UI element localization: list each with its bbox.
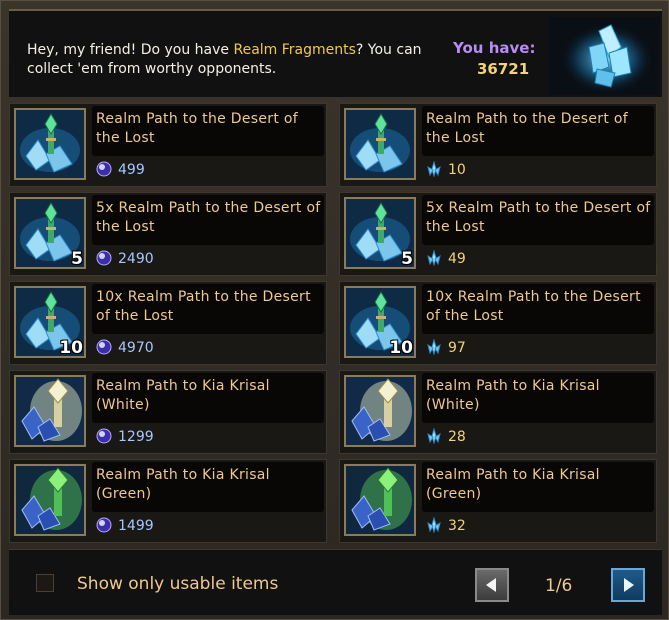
arrow-right-icon [624,578,634,592]
arrow-left-icon [486,578,496,592]
shop-item[interactable]: Realm Path to Kia Krisal (Green) 1499 [9,459,327,543]
shop-item[interactable]: 10 10x Realm Path to the Desert of the Lo… [339,281,657,365]
item-price: 4970 [118,340,154,356]
item-price: 1499 [118,518,154,534]
realm-fragment-icon [426,249,442,267]
realm-fragment-crystal-icon [549,17,659,95]
realm-orb-icon [96,250,112,266]
item-name: Realm Path to Kia Krisal (Green) [426,467,600,502]
shop-item[interactable]: Realm Path to the Desert of the Lost 10 [339,103,657,187]
item-quantity-badge: 10 [59,338,83,358]
item-price: 32 [448,518,466,534]
next-page-button[interactable] [611,568,645,602]
item-name-box: Realm Path to the Desert of the Lost [422,106,654,156]
item-grid: Realm Path to the Desert of the Lost 499 R… [9,103,662,543]
item-price: 10 [448,162,466,178]
item-name-box: 5x Realm Path to the Desert of the Lost [422,195,654,245]
item-price: 97 [448,340,466,356]
item-name-box: Realm Path to Kia Krisal (Green) [422,462,654,512]
realm-orb-icon [96,428,112,444]
realm-shop-window: Hey, my friend! Do you have Realm Fragme… [0,0,669,620]
realm-fragment-icon [427,516,441,534]
item-thumbnail[interactable]: 5 [344,197,416,269]
item-name-box: 10x Realm Path to the Desert of the Lost [422,284,654,334]
shop-item[interactable]: 10 10x Realm Path to the Desert of the Lo… [9,281,327,365]
item-name: Realm Path to the Desert of the Lost [96,111,298,146]
you-have-value: 36721 [477,60,530,78]
item-price: 49 [448,251,466,267]
shop-item[interactable]: Realm Path to the Desert of the Lost 499 [9,103,327,187]
item-quantity-badge: 5 [71,249,83,269]
item-name: 5x Realm Path to the Desert of the Lost [96,200,321,235]
realm-orb-icon [96,250,112,266]
shop-item[interactable]: 5 5x Realm Path to the Desert of the Lost… [9,192,327,276]
realm-fragment-icon [426,160,442,178]
item-thumbnail[interactable]: 10 [14,286,86,358]
realm-orb-icon [96,339,112,355]
item-quantity-badge: 5 [401,249,413,269]
item-thumbnail[interactable]: 5 [14,197,86,269]
realm-fragment-icon [427,160,441,178]
item-name-box: Realm Path to Kia Krisal (Green) [92,462,324,512]
item-thumbnail[interactable] [344,464,416,536]
usable-items-label[interactable]: Show only usable items [77,574,278,594]
item-name: Realm Path to the Desert of the Lost [426,111,628,146]
realm-fragment-icon [427,249,441,267]
realm-fragment-icon [426,516,442,534]
item-name-box: 5x Realm Path to the Desert of the Lost [92,195,324,245]
shop-footer: Show only usable items 1/6 [9,549,662,615]
item-name-box: Realm Path to the Desert of the Lost [92,106,324,156]
intro-text: Hey, my friend! Do you have Realm Fragme… [27,41,427,79]
item-thumbnail[interactable] [344,108,416,180]
item-price: 2490 [118,251,154,267]
item-name: Realm Path to Kia Krisal (Green) [96,467,270,502]
shop-header: Hey, my friend! Do you have Realm Fragme… [9,9,662,97]
intro-prefix: Hey, my friend! Do you have [27,42,234,58]
item-name-box: Realm Path to Kia Krisal (White) [422,373,654,423]
realm-fragment-icon [426,427,442,445]
usable-items-checkbox[interactable] [36,574,54,592]
item-price: 499 [118,162,145,178]
shop-item[interactable]: Realm Path to Kia Krisal (White) 28 [339,370,657,454]
shop-item[interactable]: Realm Path to Kia Krisal (White) 1299 [9,370,327,454]
prev-page-button[interactable] [475,568,509,602]
shop-item[interactable]: 5 5x Realm Path to the Desert of the Lost… [339,192,657,276]
page-indicator: 1/6 [545,576,573,596]
realm-orb-icon [96,428,112,444]
item-name-box: Realm Path to Kia Krisal (White) [92,373,324,423]
item-thumbnail[interactable]: 10 [344,286,416,358]
realm-orb-icon [96,517,112,533]
item-thumbnail[interactable] [14,375,86,447]
item-name-box: 10x Realm Path to the Desert of the Lost [92,284,324,334]
item-quantity-badge: 10 [389,338,413,358]
shop-item[interactable]: Realm Path to Kia Krisal (Green) 32 [339,459,657,543]
item-name: Realm Path to Kia Krisal (White) [96,378,270,413]
realm-fragment-icon [427,338,441,356]
realm-orb-icon [96,339,112,355]
item-price: 28 [448,429,466,445]
realm-fragment-icon [427,427,441,445]
you-have-label: You have: [453,39,536,57]
realm-fragments-highlight: Realm Fragments [233,42,356,58]
realm-fragment-icon [426,338,442,356]
item-name: 5x Realm Path to the Desert of the Lost [426,200,651,235]
item-thumbnail[interactable] [14,464,86,536]
realm-orb-icon [96,161,112,177]
item-name: Realm Path to Kia Krisal (White) [426,378,600,413]
item-name: 10x Realm Path to the Desert of the Lost [96,289,311,324]
item-name: 10x Realm Path to the Desert of the Lost [426,289,641,324]
realm-orb-icon [96,517,112,533]
item-thumbnail[interactable] [14,108,86,180]
item-thumbnail[interactable] [344,375,416,447]
item-price: 1299 [118,429,154,445]
realm-orb-icon [96,161,112,177]
